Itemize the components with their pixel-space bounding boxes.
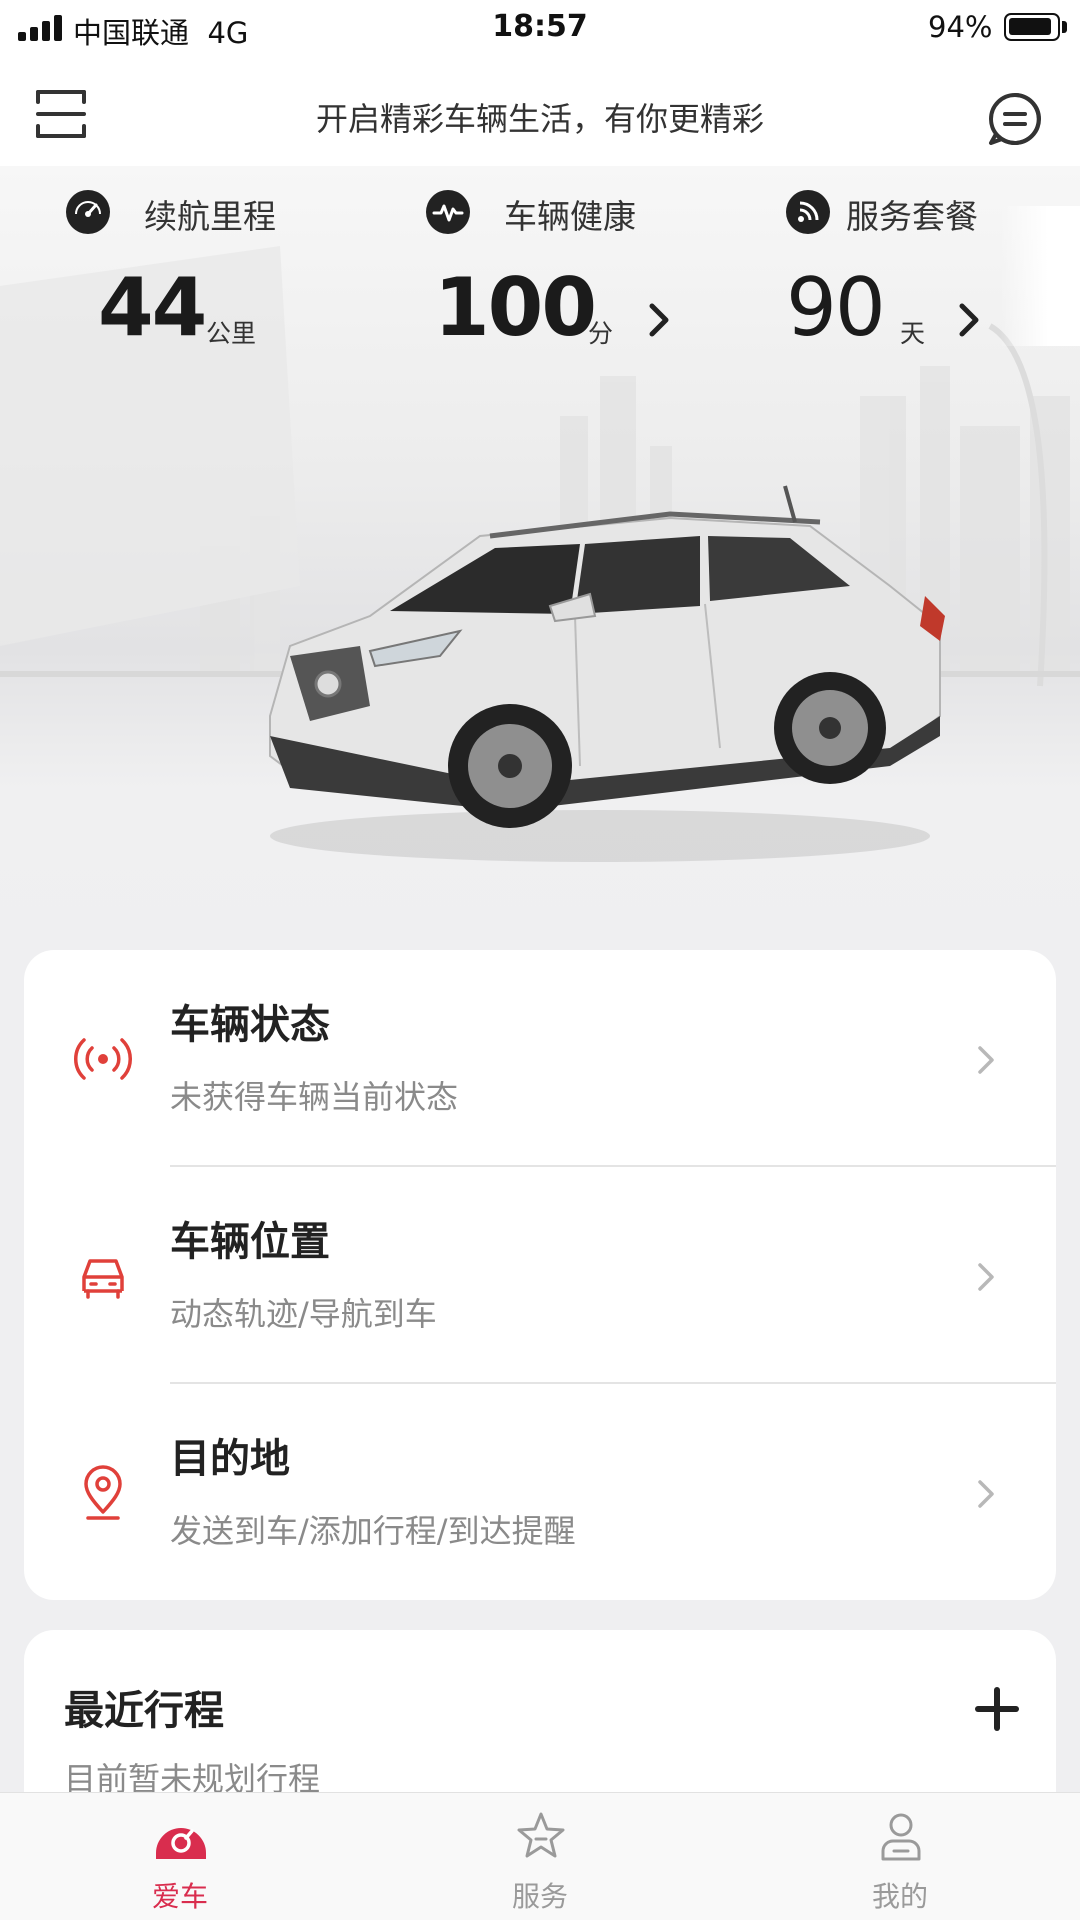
location-pin-icon <box>74 1464 132 1522</box>
battery-level <box>1009 18 1051 35</box>
battery-cap <box>1062 21 1067 33</box>
stat-unit: 公里 <box>206 319 257 348</box>
car-icon <box>74 1247 132 1305</box>
chevron-right-icon[interactable] <box>954 300 984 340</box>
chevron-right-icon[interactable] <box>644 300 674 340</box>
message-icon[interactable] <box>986 90 1044 148</box>
chevron-right-icon <box>974 1257 1000 1297</box>
action-title: 目的地 <box>170 1436 290 1482</box>
stat-unit: 天 <box>900 319 926 348</box>
battery-icon <box>1004 13 1060 41</box>
action-subtitle: 未获得车辆当前状态 <box>170 1078 459 1116</box>
tab-profile[interactable]: 我的 <box>720 1793 1080 1920</box>
page-title: 开启精彩车辆生活，有你更精彩 <box>315 100 764 138</box>
action-subtitle: 发送到车/添加行程/到达提醒 <box>170 1512 576 1550</box>
vehicle-stats: 续航里程 44 公里 车辆健康 100 分 服务套餐 90 天 <box>0 166 1000 356</box>
vehicle-actions-card: 车辆状态 未获得车辆当前状态 车辆位置 动态轨迹/导航到车 目的地 发送到车/添… <box>24 950 1056 1600</box>
vehicle-status-row[interactable]: 车辆状态 未获得车辆当前状态 <box>24 950 1056 1167</box>
clock: 18:57 <box>492 9 588 44</box>
user-icon <box>874 1809 928 1863</box>
stat-value: 100 <box>434 261 597 354</box>
tab-label: 爱车 <box>151 1880 208 1913</box>
chevron-right-icon <box>974 1040 1000 1080</box>
stat-value: 44 <box>98 261 207 354</box>
action-title: 车辆位置 <box>170 1219 330 1265</box>
tab-services[interactable]: 服务 <box>360 1793 720 1920</box>
app-header: 开启精彩车辆生活，有你更精彩 <box>0 56 1080 166</box>
stat-label: 服务套餐 <box>846 197 978 236</box>
stat-label: 车辆健康 <box>504 197 636 236</box>
status-bar: 中国联通 4G 18:57 94% <box>0 0 1080 56</box>
stats-scroll-fade <box>1000 206 1080 346</box>
bottom-tab-bar: 爱车 服务 我的 <box>0 1792 1080 1920</box>
stat-unit: 分 <box>588 319 614 348</box>
star-icon <box>514 1809 568 1863</box>
plus-icon[interactable] <box>974 1686 1020 1732</box>
vehicle-hero: 续航里程 44 公里 车辆健康 100 分 服务套餐 90 天 <box>0 166 1080 946</box>
stat-label: 续航里程 <box>144 197 276 236</box>
stat-service-package[interactable]: 服务套餐 90 天 <box>786 186 1000 356</box>
chevron-right-icon <box>974 1474 1000 1514</box>
tab-label: 我的 <box>871 1880 928 1913</box>
tab-label: 服务 <box>511 1880 568 1913</box>
trips-title: 最近行程 <box>64 1688 224 1734</box>
signal-icon <box>74 1030 132 1088</box>
action-title: 车辆状态 <box>170 1002 330 1048</box>
stat-range: 续航里程 44 公里 <box>66 186 366 356</box>
heartbeat-icon <box>426 190 470 234</box>
speedometer-icon <box>66 190 110 234</box>
stat-health[interactable]: 车辆健康 100 分 <box>426 186 726 356</box>
destination-row[interactable]: 目的地 发送到车/添加行程/到达提醒 <box>24 1384 1056 1600</box>
action-subtitle: 动态轨迹/导航到车 <box>170 1295 437 1333</box>
tab-my-car[interactable]: 爱车 <box>0 1793 360 1920</box>
vehicle-location-row[interactable]: 车辆位置 动态轨迹/导航到车 <box>24 1167 1056 1384</box>
stat-value: 90 <box>786 261 886 354</box>
service-package-icon <box>786 190 830 234</box>
battery-percent: 94% <box>928 10 993 44</box>
car-tab-icon <box>154 1809 208 1863</box>
car-image <box>269 485 945 862</box>
